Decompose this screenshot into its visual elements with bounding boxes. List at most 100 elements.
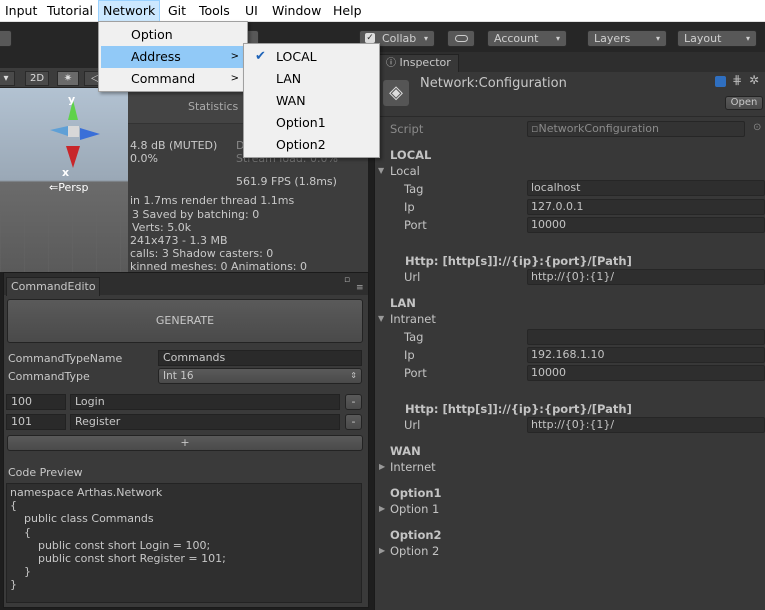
stat-dsp: 0.0% bbox=[130, 152, 158, 165]
tab-command-editor-label: CommandEdito bbox=[11, 280, 96, 293]
cloud-button[interactable] bbox=[447, 30, 475, 47]
command-name-input[interactable]: Register bbox=[70, 414, 340, 430]
http-format-hint: Http: [http[s]]://{ip}:{port}/[Path] bbox=[405, 402, 632, 416]
command-type-name-input[interactable]: Commands bbox=[158, 350, 362, 366]
code-line: public class Commands bbox=[10, 512, 154, 526]
wan-header: WAN bbox=[390, 444, 421, 458]
menu-tutorial[interactable]: Tutorial bbox=[43, 0, 97, 22]
menu-item-wan[interactable]: WAN bbox=[246, 90, 377, 112]
sun-icon: ✷ bbox=[63, 73, 73, 84]
foldout-closed-icon[interactable]: ▶ bbox=[379, 546, 385, 555]
command-type-select[interactable]: Int 16 ⇕ bbox=[158, 368, 362, 384]
panel-menu-icon[interactable]: ≡ bbox=[356, 283, 364, 293]
menu-item-option1[interactable]: Option1 bbox=[246, 112, 377, 134]
local-ip-field[interactable]: 127.0.0.1 bbox=[527, 199, 765, 215]
local-url-field[interactable]: http://{0}:{1}/ bbox=[527, 269, 765, 285]
menu-help[interactable]: Help bbox=[329, 0, 366, 22]
statistics-title: Statistics bbox=[188, 100, 239, 113]
menu-item-option[interactable]: Option bbox=[101, 24, 245, 46]
url-label: Url bbox=[404, 418, 421, 432]
remove-row-button[interactable]: - bbox=[345, 414, 362, 430]
layout-dropdown[interactable]: Layout ▾ bbox=[677, 30, 757, 47]
shading-dropdown[interactable]: ▾ bbox=[0, 71, 15, 86]
network-menu: Option Address > Command > bbox=[98, 21, 248, 92]
menu-item-wan-label: WAN bbox=[276, 93, 306, 108]
command-id-input[interactable]: 101 bbox=[6, 414, 66, 430]
foldout-closed-icon[interactable]: ▶ bbox=[379, 504, 385, 513]
menu-item-lan[interactable]: LAN bbox=[246, 68, 377, 90]
command-type-value: Int 16 bbox=[163, 370, 194, 382]
persp-label[interactable]: ⇐Persp bbox=[49, 181, 88, 194]
foldout-closed-icon[interactable]: ▶ bbox=[379, 462, 385, 471]
script-field[interactable]: ▫NetworkConfiguration bbox=[527, 121, 745, 137]
tab-inspector[interactable]: ⓘ Inspector bbox=[379, 54, 459, 72]
generate-button[interactable]: GENERATE bbox=[7, 299, 363, 343]
menu-item-option-label: Option bbox=[131, 27, 173, 42]
wan-group-label[interactable]: Internet bbox=[390, 460, 436, 474]
book-icon[interactable] bbox=[715, 76, 726, 87]
menu-item-option2[interactable]: Option2 bbox=[246, 134, 377, 156]
lan-tag-field[interactable] bbox=[527, 329, 765, 345]
local-port-field[interactable]: 10000 bbox=[527, 217, 765, 233]
local-group-label[interactable]: Local bbox=[390, 164, 420, 178]
http-format-hint: Http: [http[s]]://{ip}:{port}/[Path] bbox=[405, 254, 632, 268]
mode-2d-toggle[interactable]: 2D bbox=[25, 71, 49, 86]
lan-port-field[interactable]: 10000 bbox=[527, 365, 765, 381]
command-id-input[interactable]: 100 bbox=[6, 394, 66, 410]
menu-bar: Input Tutorial Network Git Tools UI Wind… bbox=[0, 0, 765, 22]
menu-item-address[interactable]: Address > bbox=[101, 46, 245, 68]
code-line: public const short Register = 101; bbox=[10, 552, 226, 566]
menu-tools[interactable]: Tools bbox=[195, 0, 234, 22]
tab-command-editor[interactable]: CommandEdito bbox=[6, 277, 100, 296]
stat-audio: 4.8 dB (MUTED) bbox=[130, 139, 218, 152]
option2-group-label[interactable]: Option 2 bbox=[390, 544, 439, 558]
dropdown-arrow-icon: ▾ bbox=[655, 34, 660, 43]
ip-label: Ip bbox=[404, 348, 415, 362]
open-button[interactable]: Open bbox=[725, 96, 763, 110]
maximize-icon[interactable]: ▫ bbox=[344, 275, 350, 285]
scene-view[interactable]: y x ⇐Persp bbox=[0, 68, 128, 272]
settings-sliders-icon[interactable]: ⋕ bbox=[732, 73, 742, 87]
code-preview-box[interactable]: namespace Arthas.Network{ public class C… bbox=[6, 483, 362, 603]
foldout-open-icon[interactable]: ▼ bbox=[378, 166, 384, 175]
inspector-panel: ⓘ Inspector ◈ Network:Configuration ⋕ ✲ … bbox=[374, 52, 765, 610]
layers-dropdown[interactable]: Layers ▾ bbox=[587, 30, 667, 47]
account-dropdown[interactable]: Account ▾ bbox=[487, 30, 567, 47]
menu-git[interactable]: Git bbox=[164, 0, 190, 22]
lan-group-label[interactable]: Intranet bbox=[390, 312, 436, 326]
menu-window[interactable]: Window bbox=[268, 0, 325, 22]
menu-item-local[interactable]: ✔ LOCAL bbox=[246, 46, 377, 68]
menu-input[interactable]: Input bbox=[1, 0, 41, 22]
menu-item-command[interactable]: Command > bbox=[101, 68, 245, 90]
toolbar-left-button[interactable] bbox=[0, 30, 12, 47]
target-icon[interactable]: ⊙ bbox=[753, 122, 761, 133]
port-label: Port bbox=[404, 218, 427, 232]
stat-verts: Verts: 5.0k bbox=[132, 221, 192, 234]
lan-url-field[interactable]: http://{0}:{1}/ bbox=[527, 417, 765, 433]
gear-icon[interactable]: ✲ bbox=[749, 73, 759, 87]
code-line: } bbox=[10, 578, 17, 592]
option1-group-label[interactable]: Option 1 bbox=[390, 502, 439, 516]
url-label: Url bbox=[404, 270, 421, 284]
add-row-button[interactable]: + bbox=[7, 435, 363, 451]
checkmark-icon: ✓ bbox=[365, 33, 375, 43]
local-tag-field[interactable]: localhost bbox=[527, 180, 765, 196]
foldout-open-icon[interactable]: ▼ bbox=[378, 314, 384, 323]
lan-ip-field[interactable]: 192.168.1.10 bbox=[527, 347, 765, 363]
menu-item-command-label: Command bbox=[131, 71, 196, 86]
code-line: public const short Login = 100; bbox=[10, 538, 211, 552]
axis-x-label: x bbox=[62, 166, 70, 179]
menu-network[interactable]: Network bbox=[98, 0, 161, 22]
command-type-label: CommandType bbox=[8, 370, 90, 383]
lan-header: LAN bbox=[390, 296, 416, 310]
tab-inspector-label: Inspector bbox=[399, 56, 451, 69]
command-editor-panel: CommandEdito ▫ ≡ GENERATE CommandTypeNam… bbox=[3, 272, 369, 608]
command-name-input[interactable]: Login bbox=[70, 394, 340, 410]
menu-ui[interactable]: UI bbox=[241, 0, 262, 22]
remove-row-button[interactable]: - bbox=[345, 394, 362, 410]
menu-item-option1-label: Option1 bbox=[276, 115, 326, 130]
tag-label: Tag bbox=[404, 330, 424, 344]
option2-header: Option2 bbox=[390, 528, 442, 542]
lighting-toggle[interactable]: ✷ bbox=[57, 71, 79, 86]
code-line: namespace Arthas.Network bbox=[10, 486, 163, 499]
